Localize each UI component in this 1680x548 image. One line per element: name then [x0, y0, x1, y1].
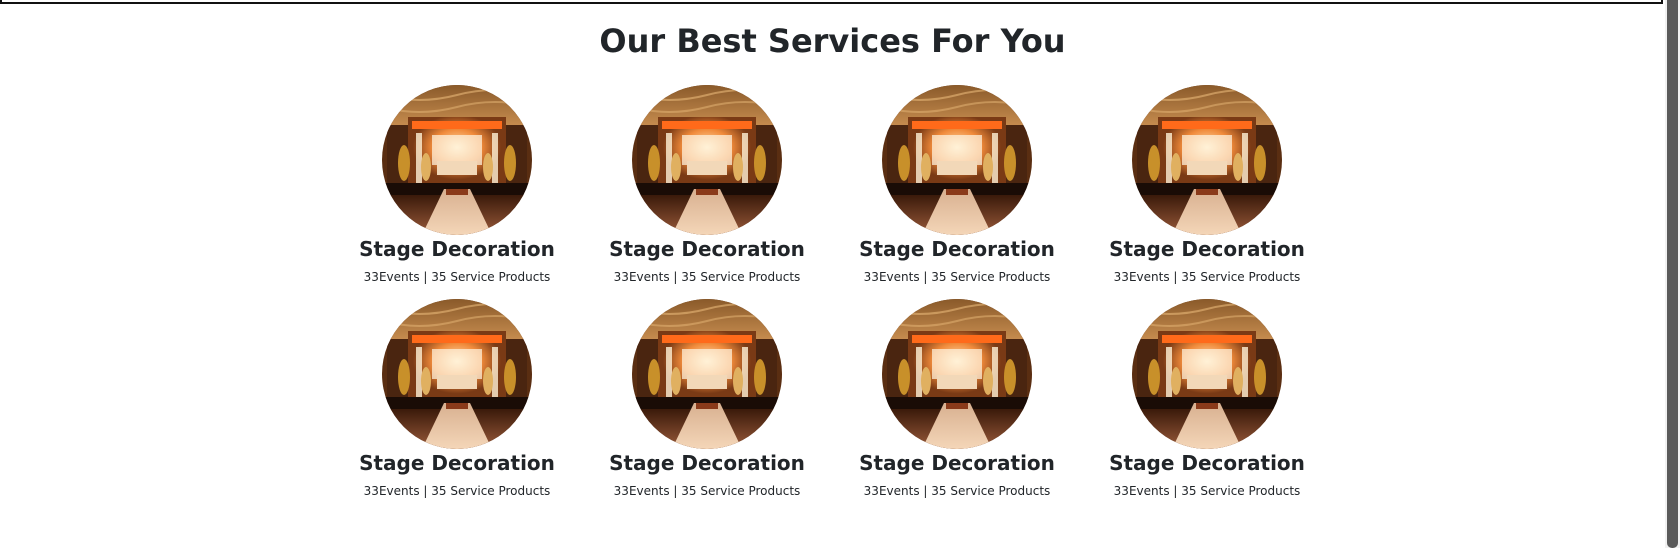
service-card[interactable]: Stage Decoration 33Events | 35 Service P…: [1082, 85, 1332, 299]
service-card[interactable]: Stage Decoration 33Events | 35 Service P…: [332, 85, 582, 299]
stage-decoration-photo[interactable]: [382, 85, 532, 235]
stage-decoration-photo[interactable]: [882, 85, 1032, 235]
vertical-scrollbar[interactable]: [1665, 0, 1680, 548]
stage-decoration-photo[interactable]: [882, 299, 1032, 449]
services-grid: Stage Decoration 33Events | 35 Service P…: [332, 85, 1332, 513]
service-card[interactable]: Stage Decoration 33Events | 35 Service P…: [582, 85, 832, 299]
service-card[interactable]: Stage Decoration 33Events | 35 Service P…: [582, 299, 832, 513]
service-title[interactable]: Stage Decoration: [1109, 237, 1305, 261]
service-title[interactable]: Stage Decoration: [859, 237, 1055, 261]
service-meta: 33Events | 35 Service Products: [863, 484, 1051, 498]
stage-decoration-photo[interactable]: [632, 85, 782, 235]
service-title[interactable]: Stage Decoration: [859, 451, 1055, 475]
service-meta: 33Events | 35 Service Products: [613, 270, 801, 284]
service-title[interactable]: Stage Decoration: [609, 451, 805, 475]
service-card[interactable]: Stage Decoration 33Events | 35 Service P…: [832, 85, 1082, 299]
stage-decoration-photo[interactable]: [382, 299, 532, 449]
service-meta: 33Events | 35 Service Products: [363, 270, 551, 284]
service-card[interactable]: Stage Decoration 33Events | 35 Service P…: [832, 299, 1082, 513]
scrollbar-thumb[interactable]: [1667, 0, 1678, 548]
service-card[interactable]: Stage Decoration 33Events | 35 Service P…: [332, 299, 582, 513]
service-meta: 33Events | 35 Service Products: [1113, 270, 1301, 284]
stage-decoration-photo[interactable]: [1132, 85, 1282, 235]
service-meta: 33Events | 35 Service Products: [863, 270, 1051, 284]
section-title: Our Best Services For You: [599, 22, 1066, 60]
page: Our Best Services For You Stage Decorati…: [0, 0, 1680, 548]
stage-decoration-photo[interactable]: [1132, 299, 1282, 449]
service-title[interactable]: Stage Decoration: [359, 451, 555, 475]
service-title[interactable]: Stage Decoration: [1109, 451, 1305, 475]
header-box-bottom-edge: [0, 0, 1663, 4]
service-card[interactable]: Stage Decoration 33Events | 35 Service P…: [1082, 299, 1332, 513]
service-meta: 33Events | 35 Service Products: [363, 484, 551, 498]
service-title[interactable]: Stage Decoration: [609, 237, 805, 261]
service-meta: 33Events | 35 Service Products: [613, 484, 801, 498]
stage-decoration-photo[interactable]: [632, 299, 782, 449]
service-title[interactable]: Stage Decoration: [359, 237, 555, 261]
service-meta: 33Events | 35 Service Products: [1113, 484, 1301, 498]
